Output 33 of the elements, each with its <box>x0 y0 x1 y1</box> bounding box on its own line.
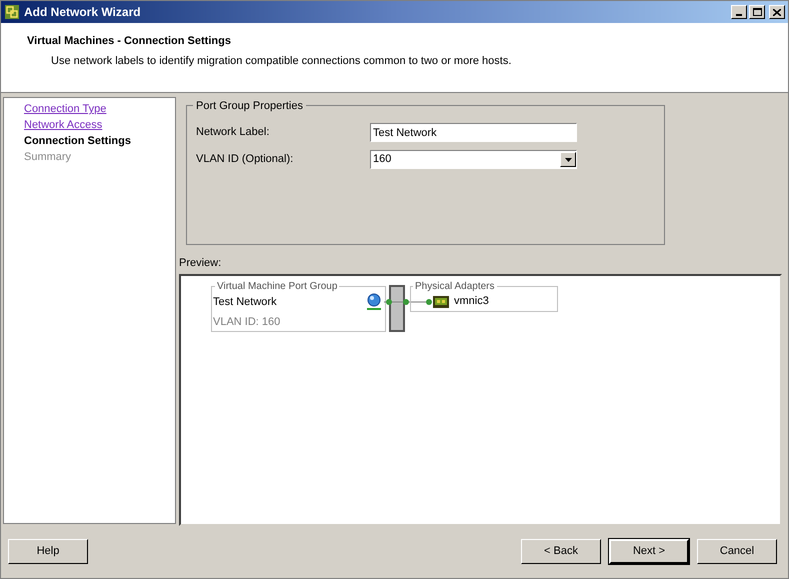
minimize-icon <box>736 14 742 16</box>
step-link[interactable]: Network Access <box>24 117 102 133</box>
caret-icon <box>564 158 572 162</box>
cancel-button[interactable]: Cancel <box>697 538 777 564</box>
vlan-id-text: VLAN ID: 160 <box>213 314 280 330</box>
back-button[interactable]: < Back <box>521 538 601 564</box>
box-title: Physical Adapters <box>413 278 496 294</box>
port-group-name: Test Network <box>213 294 277 310</box>
preview-label: Preview: <box>179 256 222 271</box>
adapter-name: vmnic3 <box>454 294 489 310</box>
maximize-button[interactable] <box>749 5 765 19</box>
step-item: Connection Settings <box>24 134 131 149</box>
network-card-icon <box>433 296 449 308</box>
app-icon <box>4 4 20 20</box>
close-icon <box>773 8 781 16</box>
minimize-button[interactable] <box>731 5 747 19</box>
dropdown-button[interactable] <box>560 152 576 167</box>
network-icon <box>366 292 382 310</box>
page-description: Use network labels to identify migration compatible connections common to two or more hosts. <box>51 54 512 68</box>
vlan-id-dropdown[interactable]: 160 <box>370 150 577 169</box>
help-button[interactable]: Help <box>8 538 88 564</box>
step-item: Summary <box>24 150 72 165</box>
step-link[interactable]: Connection Type <box>24 101 106 117</box>
page-title: Virtual Machines - Connection Settings <box>27 34 232 49</box>
next-button[interactable]: Next > <box>609 538 689 564</box>
group-title: Port Group Properties <box>193 98 306 114</box>
box-title: Virtual Machine Port Group <box>215 278 340 294</box>
network-label-field[interactable]: Test Network <box>370 123 577 142</box>
close-button[interactable] <box>769 5 785 19</box>
window-title: Add Network Wizard <box>24 4 141 21</box>
vlan-id-label: VLAN ID (Optional): <box>196 152 294 168</box>
maximize-icon <box>752 8 762 16</box>
network-label-label: Network Label: <box>196 125 270 140</box>
